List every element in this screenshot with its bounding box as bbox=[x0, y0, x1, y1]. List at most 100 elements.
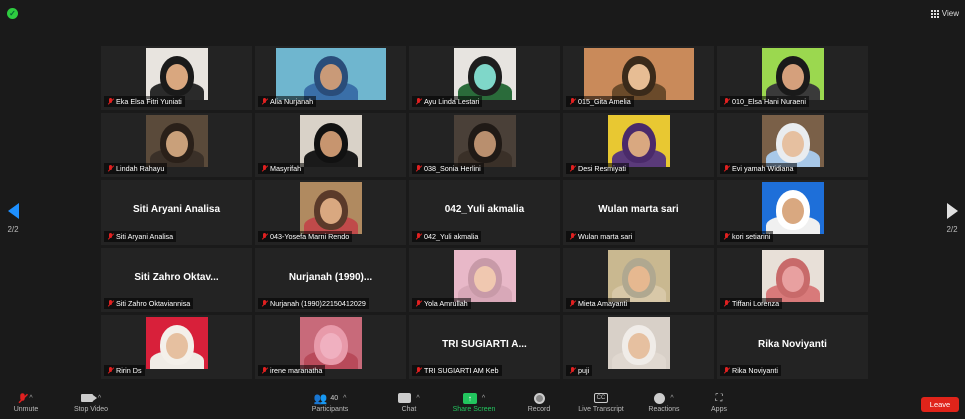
participant-name-label: Siti Aryani Analisa bbox=[104, 230, 177, 242]
muted-mic-icon bbox=[723, 299, 730, 307]
participant-tile[interactable]: Evi yamah Widiana bbox=[717, 113, 868, 178]
participant-tile[interactable]: Siti Zahro Oktav... Siti Zahro Oktavianni… bbox=[101, 247, 252, 312]
participant-name-label: Yola Amrullah bbox=[412, 297, 471, 309]
participant-tile[interactable]: Alia Nurjanah bbox=[255, 46, 406, 111]
muted-mic-icon bbox=[261, 366, 268, 374]
participant-tile[interactable]: kori setiarini bbox=[717, 180, 868, 245]
participant-tile[interactable]: Nurjanah (1990)... Nurjanah (1990)2215041… bbox=[255, 247, 406, 312]
participant-tile[interactable]: 015_Gita Amelia bbox=[563, 46, 714, 111]
participant-name-label: Alia Nurjanah bbox=[258, 96, 317, 108]
participant-video bbox=[761, 48, 824, 100]
muted-mic-icon bbox=[415, 299, 422, 307]
muted-mic-icon bbox=[723, 366, 730, 374]
participant-name-label: Mieta Amayanti bbox=[566, 297, 631, 309]
muted-mic-icon bbox=[107, 165, 114, 172]
participant-name: 038_Sonia Herlini bbox=[424, 164, 481, 174]
leave-button[interactable]: Leave bbox=[921, 397, 959, 412]
chevron-up-icon[interactable]: ^ bbox=[668, 395, 673, 402]
meeting-toolbar: ^ Unmute ^ Stop Video 👥 40 ^ Participants… bbox=[0, 387, 965, 419]
participant-name: Tiffani Lorenza bbox=[732, 298, 780, 308]
participant-name-label: irene maranatha bbox=[258, 364, 326, 376]
encryption-shield-icon[interactable]: ✓ bbox=[7, 8, 18, 19]
muted-mic-icon bbox=[569, 98, 576, 105]
participant-name: Evi yamah Widiana bbox=[732, 164, 794, 174]
participant-tile[interactable]: TRI SUGIARTI A... TRI SUGIARTI AM Keb bbox=[409, 314, 560, 379]
participant-video bbox=[761, 182, 824, 235]
participant-tile[interactable]: Ririn Ds bbox=[101, 314, 252, 379]
participant-name-label: 042_Yuli akmalia bbox=[412, 230, 482, 242]
participant-tile[interactable]: 042_Yuli akmalia 042_Yuli akmalia bbox=[409, 180, 560, 245]
participant-name: puji bbox=[578, 365, 590, 375]
participant-count: 40 bbox=[330, 394, 339, 402]
unmute-button[interactable]: ^ Unmute bbox=[8, 390, 44, 413]
participant-tile[interactable]: Masyrifah bbox=[255, 113, 406, 178]
participant-tile[interactable]: Eka Elsa Fitri Yuniati bbox=[101, 46, 252, 111]
view-button[interactable]: View bbox=[930, 9, 959, 18]
participant-name: Rika Noviyanti bbox=[732, 365, 778, 375]
share-screen-button[interactable]: ↑ ^ Share Screen bbox=[448, 390, 500, 413]
next-page-button[interactable]: 2/2 bbox=[942, 203, 962, 234]
participant-tile[interactable]: Yola Amrullah bbox=[409, 247, 560, 312]
chevron-up-icon[interactable]: ^ bbox=[414, 395, 419, 402]
participant-tile[interactable]: 038_Sonia Herlini bbox=[409, 113, 560, 178]
participant-video bbox=[145, 115, 208, 168]
participant-name: 043-Yosefa Marni Rendo bbox=[270, 231, 350, 241]
chevron-up-icon[interactable]: ^ bbox=[29, 395, 32, 402]
chat-button[interactable]: ^ Chat bbox=[394, 390, 424, 413]
participant-tile[interactable]: Mieta Amayanti bbox=[563, 247, 714, 312]
participant-name-label: Nurjanah (1990)22150412029 bbox=[258, 297, 369, 309]
participant-tile[interactable]: Rika Noviyanti Rika Noviyanti bbox=[717, 314, 868, 379]
participant-video bbox=[583, 48, 694, 100]
muted-mic-icon bbox=[261, 98, 268, 105]
participant-name-label: 038_Sonia Herlini bbox=[412, 163, 484, 175]
participant-name-label: 010_Elsa Hani Nuraeni bbox=[720, 96, 809, 108]
participant-name: irene maranatha bbox=[270, 365, 323, 375]
chevron-up-icon[interactable]: ^ bbox=[480, 395, 485, 402]
participant-video bbox=[607, 316, 670, 369]
participants-icon: 👥 bbox=[313, 392, 328, 405]
participant-tile[interactable]: 043-Yosefa Marni Rendo bbox=[255, 180, 406, 245]
chat-icon bbox=[398, 393, 412, 403]
closed-caption-icon: CC bbox=[594, 393, 608, 403]
share-screen-label: Share Screen bbox=[452, 406, 496, 413]
participant-tile[interactable]: Lindah Rahayu bbox=[101, 113, 252, 178]
participant-name: 010_Elsa Hani Nuraeni bbox=[732, 97, 806, 107]
participant-name-label: puji bbox=[566, 364, 593, 376]
live-transcript-button[interactable]: CC Live Transcript bbox=[572, 390, 630, 413]
emoji-icon bbox=[654, 392, 666, 404]
participant-tile[interactable]: 010_Elsa Hani Nuraeni bbox=[717, 46, 868, 111]
participant-display-name: TRI SUGIARTI A... bbox=[442, 338, 527, 350]
apps-button[interactable]: ⛶ Apps bbox=[706, 390, 732, 414]
muted-mic-icon bbox=[107, 232, 114, 240]
participant-tile[interactable]: Ayu Linda Lestari bbox=[409, 46, 560, 111]
participants-button[interactable]: 👥 40 ^ Participants bbox=[303, 390, 357, 414]
participant-display-name: Nurjanah (1990)... bbox=[288, 271, 373, 283]
participant-display-name: 042_Yuli akmalia bbox=[444, 204, 525, 216]
muted-mic-icon bbox=[569, 366, 576, 374]
reactions-button[interactable]: ^ Reactions bbox=[642, 390, 686, 413]
participant-tile[interactable]: puji bbox=[563, 314, 714, 379]
stop-video-button[interactable]: ^ Stop Video bbox=[70, 390, 112, 413]
participant-tile[interactable]: Siti Aryani Analisa Siti Aryani Analisa bbox=[101, 180, 252, 245]
participant-tile[interactable]: Wulan marta sari Wulan marta sari bbox=[563, 180, 714, 245]
participant-tile[interactable]: Desi Resmiyati bbox=[563, 113, 714, 178]
participant-tile[interactable]: Tiffani Lorenza bbox=[717, 247, 868, 312]
share-screen-icon: ↑ bbox=[462, 392, 477, 404]
chevron-up-icon[interactable]: ^ bbox=[341, 395, 346, 402]
participant-display-name: Siti Zahro Oktav... bbox=[134, 271, 219, 283]
view-label: View bbox=[941, 9, 959, 18]
muted-mic-icon bbox=[261, 232, 268, 240]
previous-page-button[interactable]: 2/2 bbox=[3, 203, 23, 234]
participant-video bbox=[453, 115, 516, 168]
reactions-label: Reactions bbox=[648, 406, 680, 413]
participant-name: Masyrifah bbox=[270, 164, 302, 174]
participants-label: Participants bbox=[311, 406, 349, 413]
participant-name-label: Eka Elsa Fitri Yuniati bbox=[104, 96, 185, 108]
chat-label: Chat bbox=[401, 406, 417, 413]
participant-video bbox=[761, 249, 824, 302]
participant-name-label: Evi yamah Widiana bbox=[720, 163, 797, 175]
muted-mic-icon bbox=[569, 299, 576, 307]
record-button[interactable]: Record bbox=[524, 390, 554, 413]
participant-tile[interactable]: irene maranatha bbox=[255, 314, 406, 379]
participant-name: Lindah Rahayu bbox=[116, 164, 165, 174]
